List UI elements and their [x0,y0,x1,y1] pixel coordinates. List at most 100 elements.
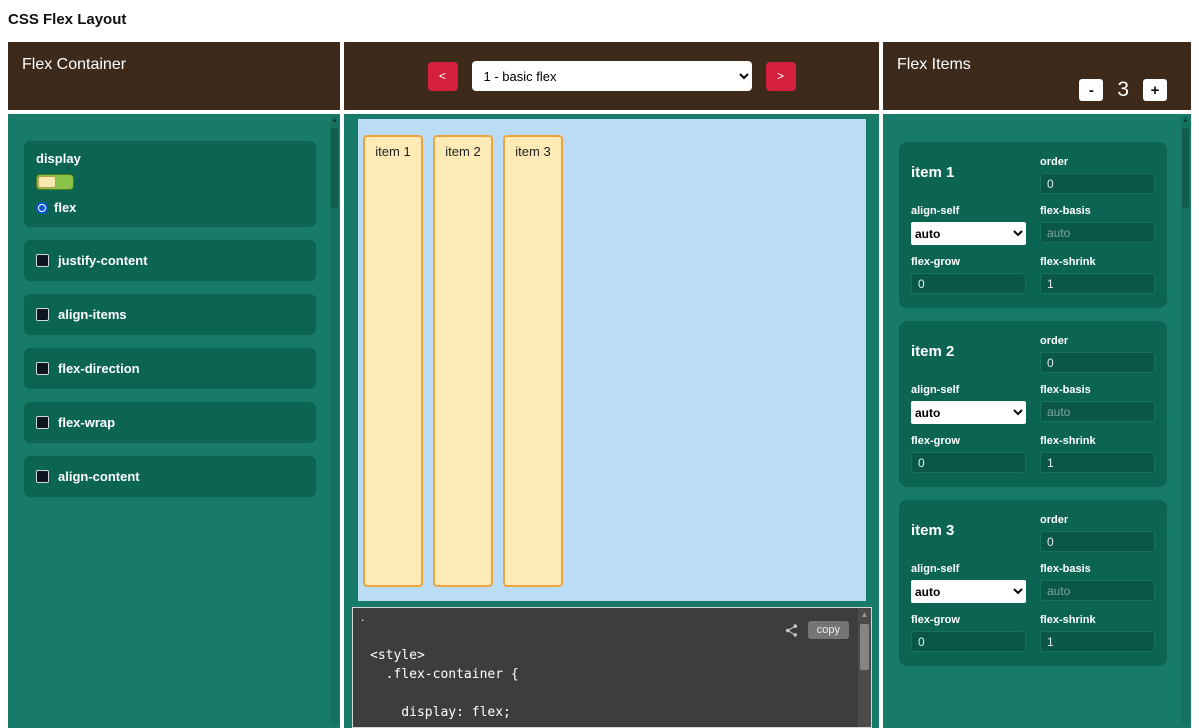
flex-wrap-checkbox[interactable] [36,416,49,429]
item-name: item 2 [911,335,1026,373]
order-input[interactable] [1040,352,1155,373]
next-example-button[interactable]: > [766,62,796,91]
flex-basis-label: flex-basis [1040,205,1155,217]
item-count-controls: - 3 + [1079,78,1167,102]
flex-shrink-field: flex-shrink [1040,614,1155,652]
order-label: order [1040,156,1155,168]
flex-items-header: Flex Items - 3 + [883,42,1191,110]
item-count: 3 [1117,78,1129,102]
item-panel-1: item 1 order align-self auto flex-basis [899,142,1167,308]
flex-container-title: Flex Container [22,56,126,74]
align-content-checkbox[interactable] [36,470,49,483]
page-title: CSS Flex Layout [0,0,1199,42]
order-input[interactable] [1040,173,1155,194]
preview-item-1: item 1 [363,135,423,587]
align-items-checkbox[interactable] [36,308,49,321]
scrollbar-thumb[interactable] [1182,128,1189,208]
option-flex-direction[interactable]: flex-direction [24,348,316,389]
scrollbar-thumb[interactable] [331,128,338,208]
flex-container-header: Flex Container [8,42,340,110]
share-icon[interactable] [784,623,799,638]
flex-grow-label: flex-grow [911,614,1026,626]
example-select[interactable]: 1 - basic flex [472,61,752,91]
flex-grow-input[interactable] [911,273,1026,294]
flex-basis-input[interactable] [1040,401,1155,422]
flex-shrink-label: flex-shrink [1040,256,1155,268]
option-align-content[interactable]: align-content [24,456,316,497]
scrollbar-thumb[interactable] [860,624,869,670]
align-self-label: align-self [911,563,1026,575]
justify-content-checkbox[interactable] [36,254,49,267]
code-dot: . [361,610,364,624]
flex-direction-checkbox[interactable] [36,362,49,375]
flex-basis-input[interactable] [1040,222,1155,243]
align-self-select[interactable]: auto [911,401,1026,424]
justify-content-label: justify-content [58,253,148,268]
preview-column: < 1 - basic flex > item 1 item 2 item 3 … [344,42,879,728]
item-panel-2: item 2 order align-self auto flex-basis [899,321,1167,487]
scroll-up-icon[interactable]: ▲ [858,608,871,622]
flex-basis-field: flex-basis [1040,563,1155,603]
preview-item-3: item 3 [503,135,563,587]
order-label: order [1040,514,1155,526]
toggle-knob-icon [38,176,56,188]
item-name: item 1 [911,156,1026,194]
radio-dot-icon [39,205,45,211]
flex-grow-label: flex-grow [911,435,1026,447]
display-toggle[interactable] [36,174,74,190]
flex-shrink-input[interactable] [1040,631,1155,652]
option-justify-content[interactable]: justify-content [24,240,316,281]
flex-preview-container: item 1 item 2 item 3 [358,119,866,601]
order-field: order [1040,156,1155,194]
add-item-button[interactable]: + [1143,79,1167,101]
flex-grow-input[interactable] [911,631,1026,652]
order-input[interactable] [1040,531,1155,552]
flex-shrink-input[interactable] [1040,273,1155,294]
display-flex-radio-row[interactable]: flex [36,200,304,215]
flex-basis-input[interactable] [1040,580,1155,601]
align-content-label: align-content [58,469,140,484]
code-scrollbar[interactable]: ▲ [858,608,871,727]
preview-item-2: item 2 [433,135,493,587]
flex-wrap-label: flex-wrap [58,415,115,430]
scroll-up-icon[interactable]: ▲ [330,116,339,126]
align-self-label: align-self [911,205,1026,217]
align-self-field: align-self auto [911,384,1026,424]
left-scrollbar[interactable]: ▲ [330,116,339,726]
flex-items-body: item 1 order align-self auto flex-basis [883,114,1191,728]
copy-button[interactable]: copy [808,621,849,639]
order-field: order [1040,514,1155,552]
flex-shrink-field: flex-shrink [1040,435,1155,473]
align-self-select[interactable]: auto [911,222,1026,245]
flex-basis-field: flex-basis [1040,205,1155,245]
flex-basis-label: flex-basis [1040,384,1155,396]
flex-basis-field: flex-basis [1040,384,1155,424]
flex-container-column: Flex Container display flex justify-cont… [8,42,340,728]
flex-radio[interactable] [36,202,48,214]
order-field: order [1040,335,1155,373]
align-self-select[interactable]: auto [911,580,1026,603]
flex-direction-label: flex-direction [58,361,140,376]
flex-grow-field: flex-grow [911,256,1026,294]
item-panel-3: item 3 order align-self auto flex-basis [899,500,1167,666]
flex-items-title: Flex Items [897,56,971,74]
display-label: display [36,151,304,166]
flex-grow-field: flex-grow [911,614,1026,652]
flex-basis-label: flex-basis [1040,563,1155,575]
preview-body: item 1 item 2 item 3 . copy <style> .fle… [344,114,879,728]
flex-grow-input[interactable] [911,452,1026,473]
right-scrollbar[interactable]: ▲ [1181,116,1190,726]
remove-item-button[interactable]: - [1079,79,1103,101]
main-columns: Flex Container display flex justify-cont… [0,42,1199,728]
code-panel: . copy <style> .flex-container { display… [352,607,872,728]
flex-shrink-input[interactable] [1040,452,1155,473]
prev-example-button[interactable]: < [428,62,458,91]
option-align-items[interactable]: align-items [24,294,316,335]
flex-shrink-field: flex-shrink [1040,256,1155,294]
align-self-field: align-self auto [911,563,1026,603]
align-items-label: align-items [58,307,127,322]
display-option-panel: display flex [24,141,316,227]
scroll-up-icon[interactable]: ▲ [1181,116,1190,126]
option-flex-wrap[interactable]: flex-wrap [24,402,316,443]
flex-shrink-label: flex-shrink [1040,435,1155,447]
